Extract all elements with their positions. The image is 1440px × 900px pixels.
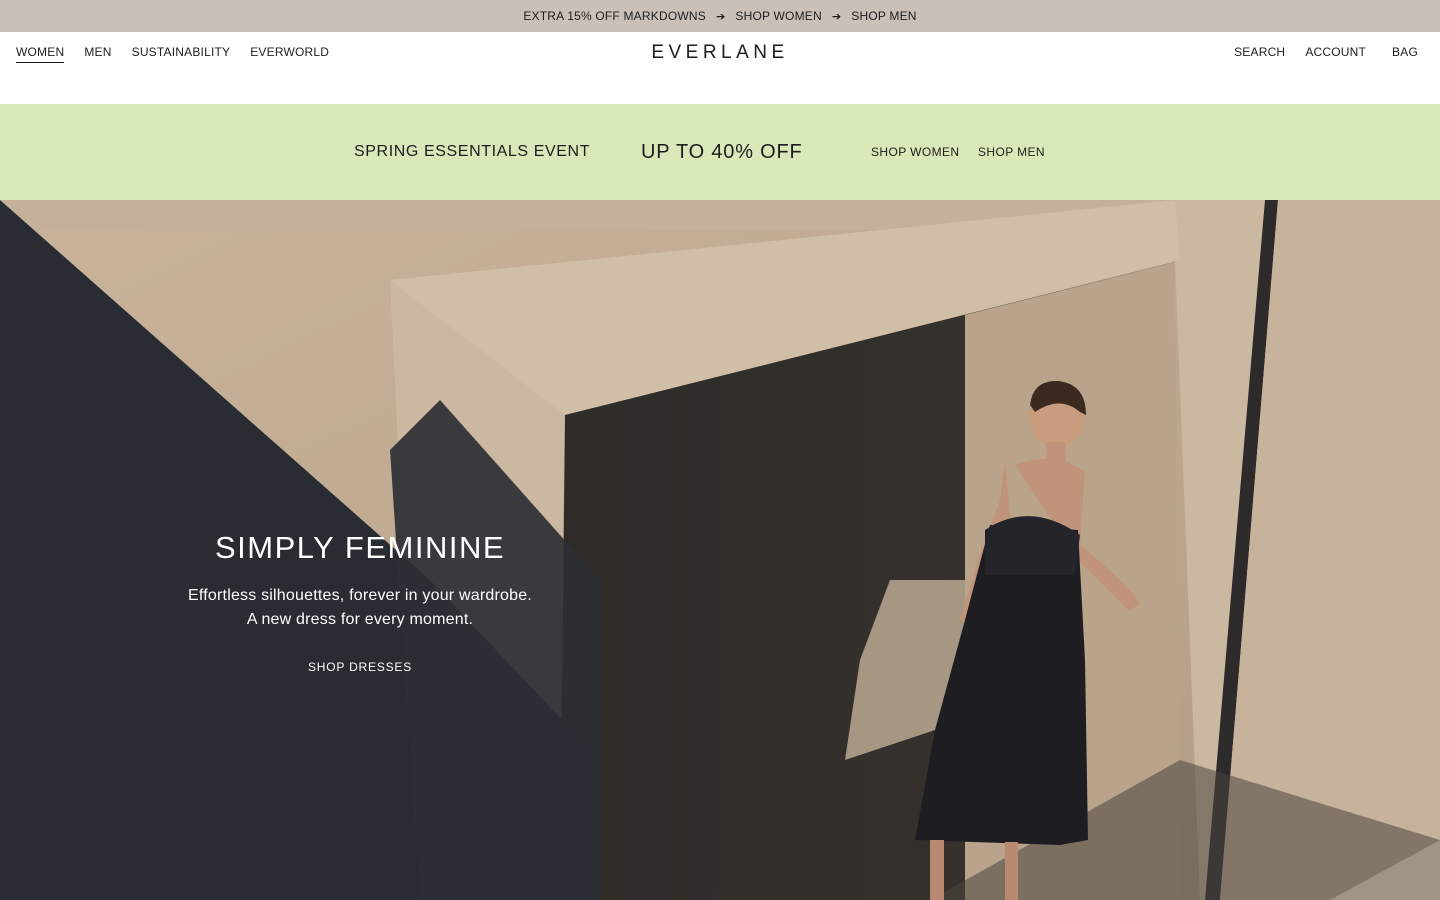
promo-event-title: SPRING ESSENTIALS EVENT (354, 143, 591, 160)
primary-nav: WOMEN MEN SUSTAINABILITY EVERWORLD (16, 45, 329, 63)
hero-subtitle-line-2: A new dress for every moment. (246, 611, 474, 628)
hero-copy: SIMPLY FEMININE Effortless silhouettes, … (160, 530, 560, 676)
nav-sustainability[interactable]: SUSTAINABILITY (132, 45, 231, 63)
shop-dresses-button[interactable]: SHOP DRESSES (308, 660, 412, 674)
hero-subtitle: Effortless silhouettes, forever in your … (160, 584, 560, 632)
nav-everworld[interactable]: EVERWORLD (250, 45, 329, 63)
nav-men[interactable]: MEN (84, 45, 111, 63)
announcement-bar: EXTRA 15% OFF MARKDOWNS ➔ SHOP WOMEN ➔ S… (0, 0, 1440, 32)
hero-banner: SIMPLY FEMININE Effortless silhouettes, … (0, 200, 1440, 900)
announcement-shop-women-link[interactable]: SHOP WOMEN (735, 9, 821, 23)
arrow-right-icon: ➔ (715, 10, 726, 23)
promo-banner: SPRING ESSENTIALS EVENT UP TO 40% OFF SH… (0, 104, 1440, 200)
promo-shop-women-link[interactable]: SHOP WOMEN (871, 145, 959, 159)
promo-shop-men-link[interactable]: SHOP MEN (978, 145, 1045, 159)
site-header: WOMEN MEN SUSTAINABILITY EVERWORLD EVERL… (0, 32, 1440, 104)
announcement-markdowns-link[interactable]: EXTRA 15% OFF MARKDOWNS (523, 9, 706, 23)
site-logo[interactable]: EVERLANE (651, 42, 788, 64)
bag-link[interactable]: BAG (1392, 45, 1418, 62)
announcement-shop-men-link[interactable]: SHOP MEN (851, 9, 916, 23)
nav-women[interactable]: WOMEN (16, 45, 65, 63)
utility-nav: SEARCH ACCOUNT BAG (1234, 45, 1418, 62)
search-link[interactable]: SEARCH (1234, 45, 1285, 62)
hero-title: SIMPLY FEMININE (214, 530, 506, 565)
hero-subtitle-line-1: Effortless silhouettes, forever in your … (188, 587, 532, 604)
promo-offer: UP TO 40% OFF (641, 141, 803, 163)
account-link[interactable]: ACCOUNT (1305, 45, 1366, 62)
arrow-right-icon: ➔ (831, 10, 842, 23)
